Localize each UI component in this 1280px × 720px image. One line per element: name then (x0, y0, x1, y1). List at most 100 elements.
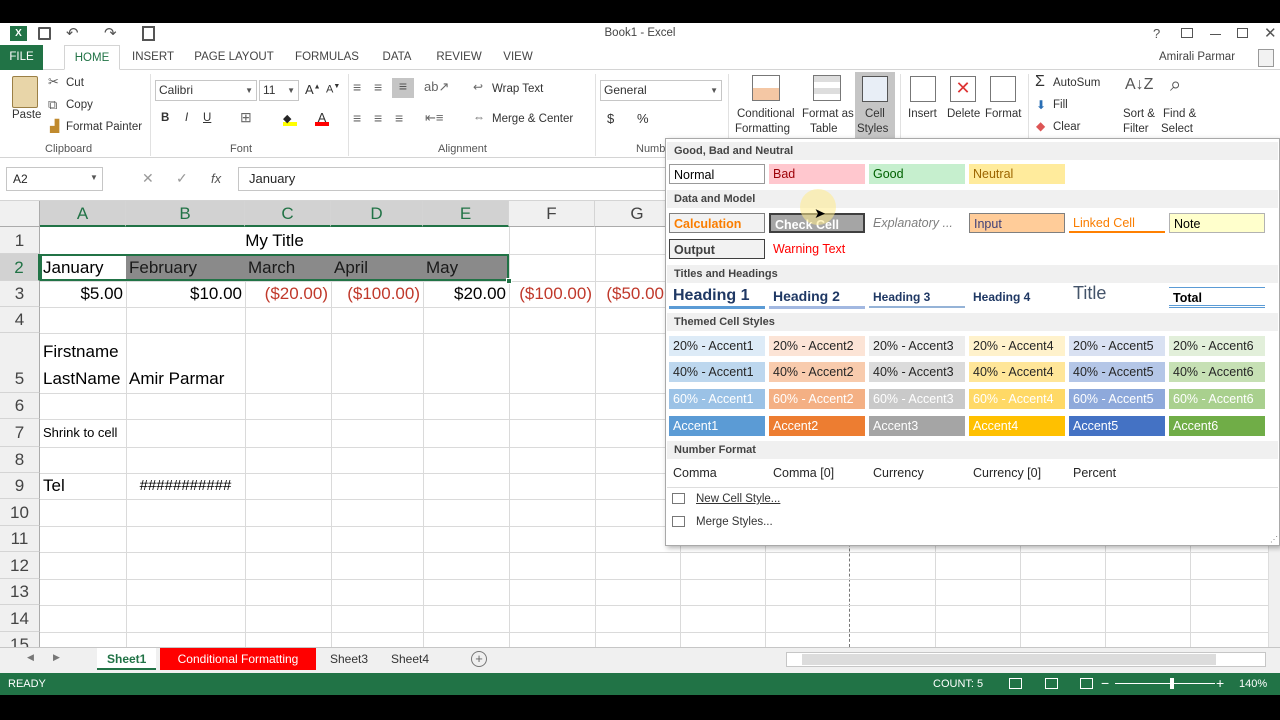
enter-icon[interactable]: ✓ (176, 170, 188, 187)
horizontal-scroll-thumb[interactable] (802, 654, 1216, 665)
style-60-accent2[interactable]: 60% - Accent2 (769, 389, 865, 409)
formula-input[interactable]: January (238, 167, 668, 191)
copy-button[interactable]: Copy (66, 99, 93, 111)
clear-icon[interactable]: ◆ (1036, 119, 1045, 133)
style-60-accent4[interactable]: 60% - Accent4 (969, 389, 1065, 409)
insert-cells-icon[interactable] (910, 76, 936, 102)
row-header-6[interactable]: 6 (0, 393, 40, 419)
font-name-combo[interactable]: Calibri ▼ (155, 80, 257, 101)
style-20-accent6[interactable]: 20% - Accent6 (1169, 336, 1265, 356)
row-header-11[interactable]: 11 (0, 526, 40, 552)
cell-e2[interactable]: May (423, 254, 509, 281)
cell-g3[interactable]: ($50.00 (595, 281, 667, 307)
format-painter-icon[interactable]: ▟ (50, 119, 59, 133)
format-button[interactable]: Format (985, 108, 1021, 120)
style-accent1[interactable]: Accent1 (669, 416, 765, 436)
style-20-accent3[interactable]: 20% - Accent3 (869, 336, 965, 356)
style-calculation[interactable]: Calculation (669, 213, 765, 233)
grow-font-icon[interactable]: A▲ (305, 82, 321, 97)
style-20-accent1[interactable]: 20% - Accent1 (669, 336, 765, 356)
conditional-formatting-icon[interactable] (752, 75, 780, 101)
row-header-15[interactable]: 15 (0, 632, 40, 647)
find-select-icon[interactable]: ⌕ (1170, 74, 1181, 97)
bottom-align-icon[interactable]: ≡ (392, 78, 414, 98)
page-break-view-icon[interactable] (1080, 678, 1093, 689)
merge-styles-menu-item[interactable]: Merge Styles... (696, 516, 773, 528)
style-currency[interactable]: Currency (869, 463, 965, 483)
conditional-formatting-button[interactable]: Conditional (737, 108, 795, 120)
zoom-slider[interactable] (1115, 683, 1215, 684)
cell-a2[interactable]: January (40, 254, 126, 281)
column-header-d[interactable]: D (331, 201, 423, 227)
row-header-2[interactable]: 2 (0, 254, 40, 281)
tab-page-layout[interactable]: PAGE LAYOUT (192, 45, 276, 70)
top-align-icon[interactable]: ≡ (353, 79, 361, 95)
row-header-3[interactable]: 3 (0, 281, 40, 307)
style-accent2[interactable]: Accent2 (769, 416, 865, 436)
row-header-8[interactable]: 8 (0, 447, 40, 473)
style-input[interactable]: Input (969, 213, 1065, 233)
wrap-text-button[interactable]: Wrap Text (492, 83, 543, 95)
style-60-accent3[interactable]: 60% - Accent3 (869, 389, 965, 409)
select-all-corner[interactable] (0, 201, 40, 227)
sort-filter-label2[interactable]: Filter (1123, 123, 1149, 135)
format-as-table-button[interactable]: Format as (802, 108, 854, 120)
align-left-icon[interactable]: ≡ (353, 110, 361, 126)
autosum-button[interactable]: AutoSum (1053, 77, 1100, 89)
borders-icon[interactable]: ⊞ (240, 109, 252, 126)
cell-c3[interactable]: ($20.00) (245, 281, 331, 307)
row-header-1[interactable]: 1 (0, 227, 40, 254)
style-accent3[interactable]: Accent3 (869, 416, 965, 436)
cell-a5-line1[interactable]: Firstname (40, 339, 126, 365)
sort-filter-button[interactable]: Sort & (1123, 108, 1155, 120)
cell-a5[interactable]: LastName (40, 366, 126, 392)
scroll-left-icon[interactable]: ◀ (27, 652, 34, 663)
close-icon[interactable]: ✕ (1264, 24, 1277, 42)
style-40-accent5[interactable]: 40% - Accent5 (1069, 362, 1165, 382)
align-center-icon[interactable]: ≡ (374, 110, 382, 126)
style-accent5[interactable]: Accent5 (1069, 416, 1165, 436)
collapse-ribbon-icon[interactable] (1258, 49, 1274, 67)
column-header-a[interactable]: A (40, 201, 126, 227)
currency-button[interactable]: $ (607, 111, 614, 126)
cell-f3[interactable]: ($100.00) (509, 281, 595, 307)
style-linked-cell[interactable]: Linked Cell (1069, 213, 1165, 233)
number-format-combo[interactable]: General ▼ (600, 80, 722, 101)
name-box[interactable]: A2 (6, 167, 103, 191)
cell-e3[interactable]: $20.00 (423, 281, 509, 307)
tab-review[interactable]: REVIEW (432, 45, 486, 70)
delete-cells-icon[interactable]: ✕ (950, 76, 976, 102)
style-60-accent6[interactable]: 60% - Accent6 (1169, 389, 1265, 409)
style-bad[interactable]: Bad (769, 164, 865, 184)
find-select-label2[interactable]: Select (1161, 123, 1193, 135)
cell-a9[interactable]: Tel (40, 473, 126, 499)
sheet-tab-sheet4[interactable]: Sheet4 (381, 648, 439, 670)
underline-button[interactable]: U (203, 112, 211, 124)
cell-b3[interactable]: $10.00 (126, 281, 245, 307)
cell-d2[interactable]: April (331, 254, 423, 281)
page-layout-view-icon[interactable] (1045, 678, 1058, 689)
cell-b2[interactable]: February (126, 254, 245, 281)
maximize-icon[interactable] (1237, 28, 1248, 38)
style-explanatory[interactable]: Explanatory ... (869, 213, 965, 233)
minimize-icon[interactable] (1210, 34, 1221, 35)
cell-b9[interactable]: ########### (126, 473, 245, 499)
middle-align-icon[interactable]: ≡ (374, 79, 382, 95)
find-select-button[interactable]: Find & (1163, 108, 1196, 120)
style-normal[interactable]: Normal (669, 164, 765, 184)
user-name[interactable]: Amirali Parmar (1159, 51, 1235, 63)
style-heading-1[interactable]: Heading 1 (669, 286, 765, 309)
tab-formulas[interactable]: FORMULAS (292, 45, 362, 70)
cell-b5[interactable]: Amir Parmar (126, 366, 245, 392)
cell-a3[interactable]: $5.00 (40, 281, 126, 307)
row-header-13[interactable]: 13 (0, 579, 40, 605)
style-20-accent2[interactable]: 20% - Accent2 (769, 336, 865, 356)
clear-button[interactable]: Clear (1053, 121, 1080, 133)
tab-data[interactable]: DATA (377, 45, 417, 70)
row-header-7[interactable]: 7 (0, 419, 40, 447)
sheet-tab-sheet3[interactable]: Sheet3 (320, 648, 378, 670)
style-40-accent3[interactable]: 40% - Accent3 (869, 362, 965, 382)
fill-color-icon[interactable]: ◆ (283, 112, 297, 126)
style-warning-text[interactable]: Warning Text (769, 239, 865, 259)
autosum-icon[interactable]: Σ (1035, 73, 1045, 91)
